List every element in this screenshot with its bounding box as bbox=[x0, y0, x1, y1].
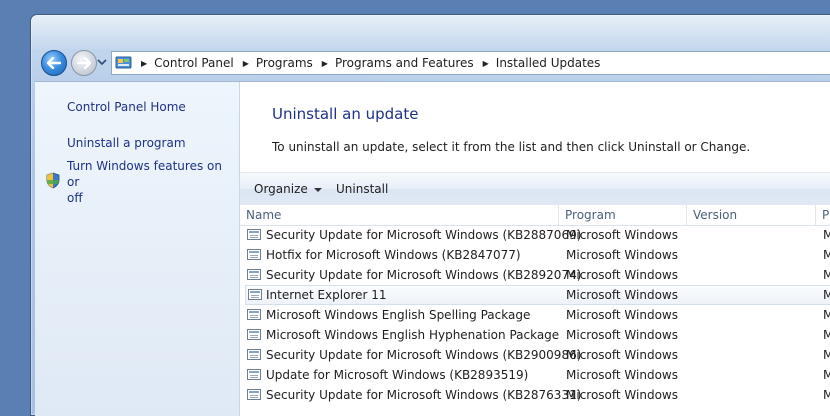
update-program: Microsoft Windows bbox=[566, 228, 678, 242]
uninstall-program-link[interactable]: Uninstall a program bbox=[67, 135, 186, 151]
update-icon bbox=[247, 269, 261, 280]
update-name: Security Update for Microsoft Windows (K… bbox=[266, 388, 582, 402]
column-header-program[interactable]: Program bbox=[559, 205, 687, 225]
update-program: Microsoft Windows bbox=[566, 288, 678, 302]
page-description: To uninstall an update, select it from t… bbox=[272, 140, 751, 154]
column-header-publisher[interactable]: P bbox=[816, 205, 830, 225]
column-header-name[interactable]: Name bbox=[240, 205, 559, 225]
table-row[interactable]: Security Update for Microsoft Windows (K… bbox=[240, 225, 830, 245]
update-publisher: M bbox=[823, 228, 830, 242]
control-panel-home-link[interactable]: Control Panel Home bbox=[67, 99, 186, 115]
update-publisher: M bbox=[823, 248, 830, 262]
update-name: Security Update for Microsoft Windows (K… bbox=[266, 228, 582, 242]
command-bar: Organize Uninstall bbox=[240, 172, 830, 206]
breadcrumb-control-panel[interactable]: Control Panel bbox=[154, 56, 234, 70]
back-arrow-icon bbox=[47, 57, 61, 69]
table-row-selected[interactable]: Internet Explorer 11 Microsoft Windows M bbox=[245, 285, 830, 305]
update-name: Microsoft Windows English Hyphenation Pa… bbox=[266, 328, 560, 342]
update-name: Security Update for Microsoft Windows (K… bbox=[266, 268, 582, 282]
breadcrumb-programs-and-features[interactable]: Programs and Features bbox=[335, 56, 474, 70]
update-publisher: M bbox=[823, 368, 830, 382]
update-icon bbox=[248, 289, 262, 300]
address-bar[interactable]: ▶ Control Panel ▶ Programs ▶ Programs an… bbox=[111, 51, 830, 75]
shield-icon bbox=[46, 172, 60, 189]
back-button[interactable] bbox=[41, 50, 67, 76]
breadcrumb-installed-updates[interactable]: Installed Updates bbox=[496, 56, 601, 70]
organize-button[interactable]: Organize bbox=[254, 173, 322, 205]
windows-features-link-line1: Turn Windows features on or bbox=[67, 159, 222, 189]
update-icon bbox=[247, 249, 261, 260]
breadcrumb-separator[interactable]: ▶ bbox=[141, 59, 147, 68]
main-pane: Uninstall an update To uninstall an upda… bbox=[240, 82, 830, 416]
update-publisher: M bbox=[823, 328, 830, 342]
table-row[interactable]: Security Update for Microsoft Windows (K… bbox=[240, 345, 830, 365]
history-dropdown-icon[interactable] bbox=[97, 58, 107, 66]
windows-features-link-line2: off bbox=[67, 191, 83, 205]
update-program: Microsoft Windows bbox=[566, 348, 678, 362]
column-header-row: Name Program Version P bbox=[240, 205, 830, 226]
update-name: Security Update for Microsoft Windows (K… bbox=[266, 348, 582, 362]
update-program: Microsoft Windows bbox=[566, 268, 678, 282]
table-row[interactable]: Security Update for Microsoft Windows (K… bbox=[240, 385, 830, 405]
explorer-window: ▶ Control Panel ▶ Programs ▶ Programs an… bbox=[30, 14, 830, 416]
update-icon bbox=[247, 389, 261, 400]
update-icon bbox=[247, 349, 261, 360]
update-publisher: M bbox=[823, 288, 830, 302]
task-pane: Control Panel Home Uninstall a program T… bbox=[35, 82, 240, 416]
update-publisher: M bbox=[823, 268, 830, 282]
column-header-version[interactable]: Version bbox=[687, 205, 816, 225]
update-publisher: M bbox=[823, 348, 830, 362]
update-icon bbox=[247, 329, 261, 340]
update-icon bbox=[247, 229, 261, 240]
update-publisher: M bbox=[823, 388, 830, 402]
organize-label: Organize bbox=[254, 182, 308, 196]
update-icon bbox=[247, 309, 261, 320]
page-title: Uninstall an update bbox=[272, 105, 419, 123]
update-name: Update for Microsoft Windows (KB2893519) bbox=[266, 368, 529, 382]
table-row[interactable]: Microsoft Windows English Hyphenation Pa… bbox=[240, 325, 830, 345]
update-name: Microsoft Windows English Spelling Packa… bbox=[266, 308, 531, 322]
breadcrumb-separator[interactable]: ▶ bbox=[483, 59, 489, 68]
breadcrumb-separator[interactable]: ▶ bbox=[243, 59, 249, 68]
update-icon bbox=[247, 369, 261, 380]
update-name: Internet Explorer 11 bbox=[266, 288, 387, 302]
windows-features-link[interactable]: Turn Windows features on or off bbox=[67, 158, 237, 206]
update-program: Microsoft Windows bbox=[566, 388, 678, 402]
update-program: Microsoft Windows bbox=[566, 308, 678, 322]
table-row[interactable]: Security Update for Microsoft Windows (K… bbox=[240, 265, 830, 285]
breadcrumb-programs[interactable]: Programs bbox=[256, 56, 313, 70]
uninstall-button[interactable]: Uninstall bbox=[336, 173, 388, 205]
table-row[interactable]: Microsoft Windows English Spelling Packa… bbox=[240, 305, 830, 325]
title-bar bbox=[31, 15, 830, 49]
content-area: Control Panel Home Uninstall a program T… bbox=[35, 81, 830, 416]
update-program: Microsoft Windows bbox=[566, 368, 678, 382]
table-row[interactable]: Hotfix for Microsoft Windows (KB2847077)… bbox=[240, 245, 830, 265]
control-panel-icon bbox=[115, 56, 132, 69]
forward-arrow-icon bbox=[77, 57, 91, 69]
chevron-down-icon bbox=[313, 187, 322, 192]
update-name: Hotfix for Microsoft Windows (KB2847077) bbox=[266, 248, 521, 262]
forward-button[interactable] bbox=[71, 50, 97, 76]
table-row[interactable]: Update for Microsoft Windows (KB2893519)… bbox=[240, 365, 830, 385]
update-program: Microsoft Windows bbox=[566, 328, 678, 342]
update-program: Microsoft Windows bbox=[566, 248, 678, 262]
breadcrumb-separator[interactable]: ▶ bbox=[322, 59, 328, 68]
update-publisher: M bbox=[823, 308, 830, 322]
